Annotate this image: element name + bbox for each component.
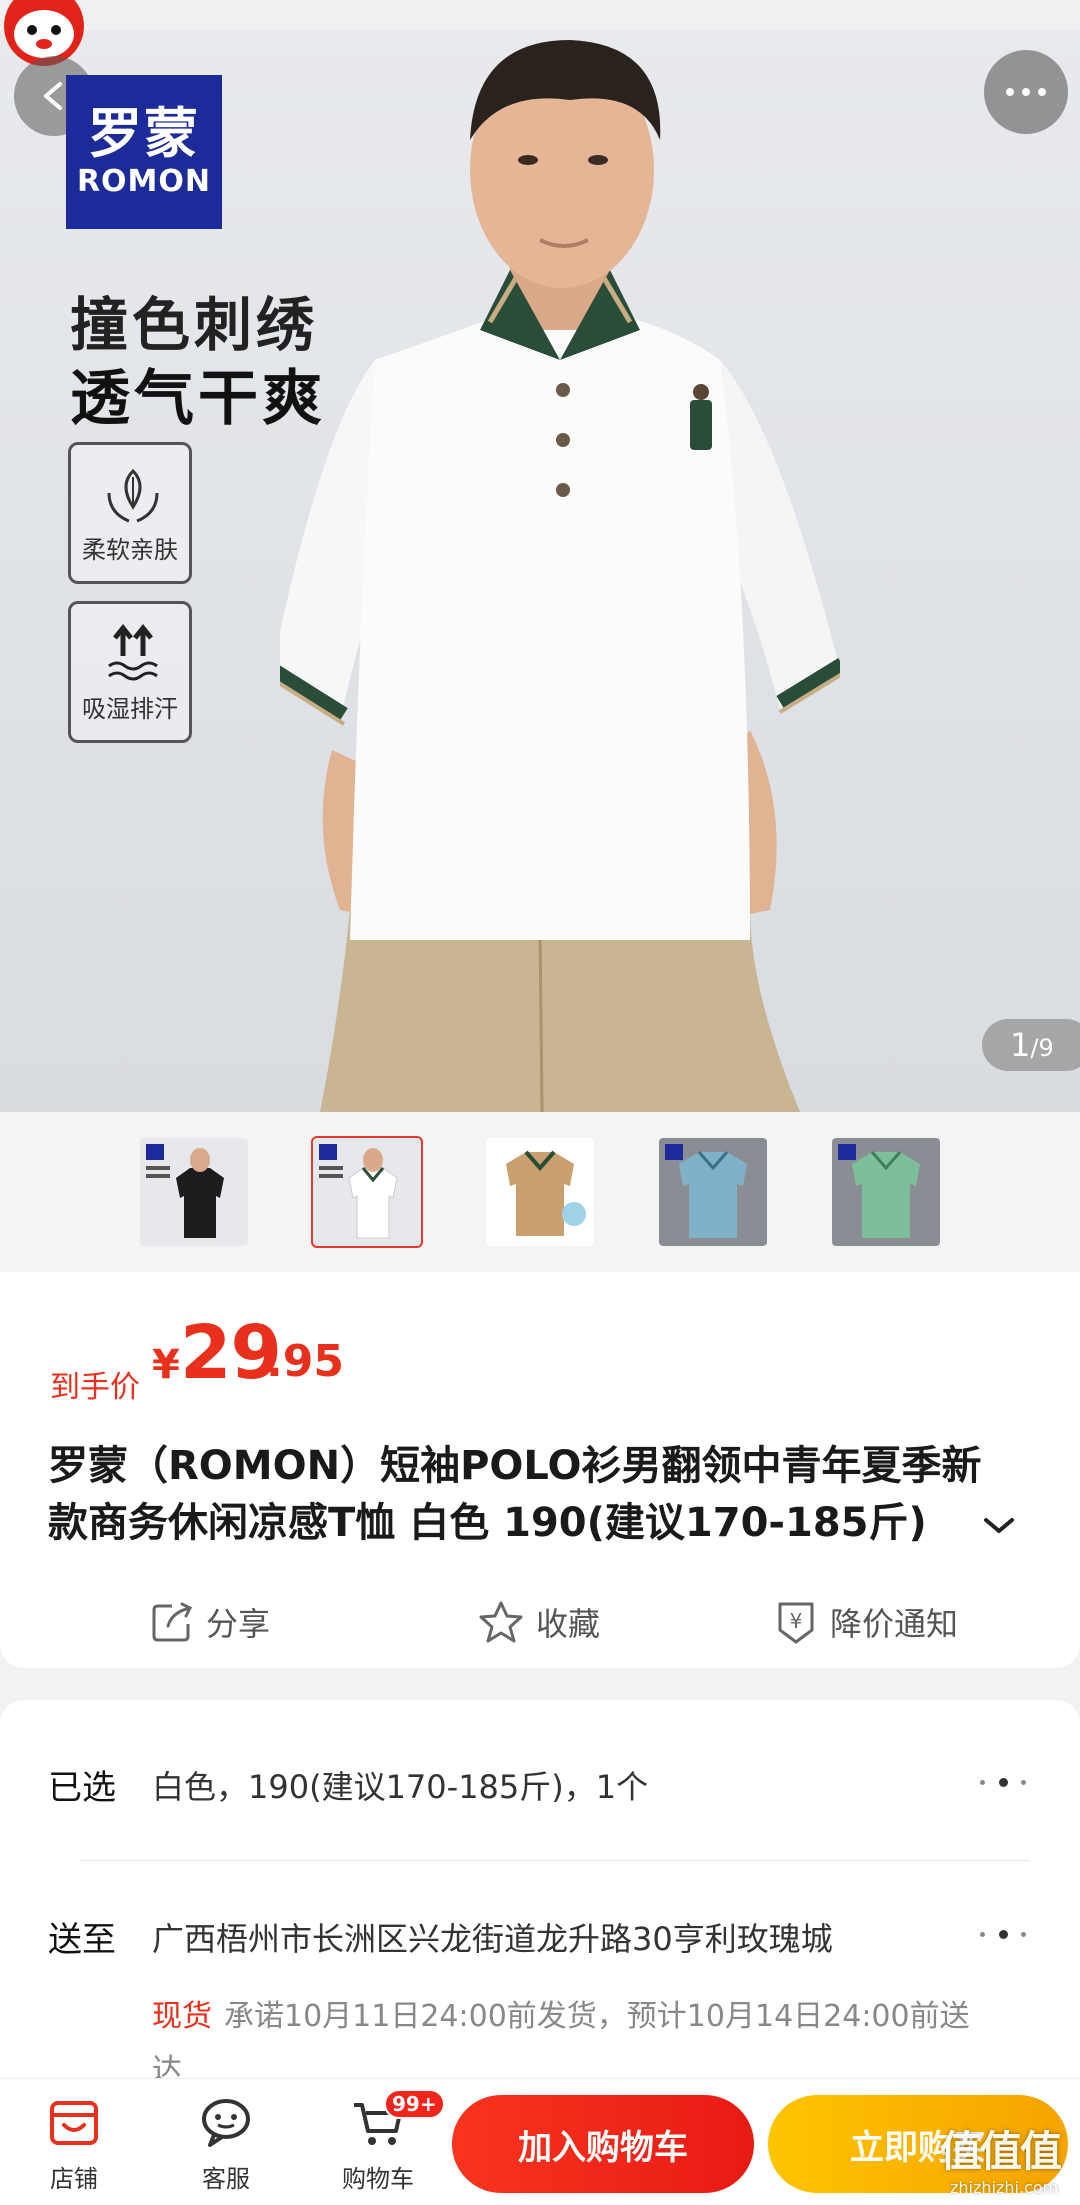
thumbnail-image: [140, 1138, 248, 1246]
address-more-icon[interactable]: [980, 1928, 1026, 1940]
star-icon: [479, 1601, 523, 1643]
selected-more-icon[interactable]: [980, 1776, 1026, 1788]
leaf-hands-icon: [107, 468, 159, 523]
action-row: 分享 收藏 ¥ 降价通知: [0, 1592, 1080, 1652]
price-currency: ¥: [152, 1342, 180, 1388]
promo-headline-2: 透气干爽: [70, 364, 326, 434]
store-label: 店铺: [50, 2165, 98, 2193]
counter-current: 1: [1010, 1026, 1031, 1064]
thumbnail-image: [486, 1138, 594, 1246]
moisture-wicking-icon: [108, 623, 158, 681]
thumbnail-strip: [0, 1112, 1080, 1272]
feature-label: 柔软亲肤: [82, 536, 178, 564]
thumbnail-blue[interactable]: [659, 1138, 767, 1246]
feature-badge-wicking: 吸湿排汗: [68, 601, 192, 743]
product-info-card: 到手价 ¥ 29 .95 罗蒙（ROMON）短袖POLO衫男翻领中青年夏季新款商…: [0, 1272, 1080, 1668]
service-tab[interactable]: 客服: [166, 2089, 286, 2199]
deliver-label: 送至: [48, 1920, 116, 1960]
cart-label: 购物车: [342, 2165, 414, 2193]
counter-total: /9: [1030, 1034, 1054, 1062]
thumbnail-white[interactable]: [311, 1136, 423, 1248]
share-label: 分享: [206, 1605, 271, 1643]
store-icon: [50, 2101, 98, 2145]
watermark-url: zhizhizhi.com: [950, 2178, 1059, 2197]
shipping-note: 承诺10月11日24:00前发货，预计10月14日24:00前送达: [152, 1999, 970, 2088]
brand-name-cn: 罗蒙: [88, 102, 200, 166]
watermark-text: 值值值: [940, 2127, 1062, 2176]
chat-icon: [202, 2099, 250, 2147]
product-title[interactable]: 罗蒙（ROMON）短袖POLO衫男翻领中青年夏季新款商务休闲凉感T恤 白色 19…: [48, 1438, 1008, 1552]
selected-spec-value[interactable]: 白色，190(建议170-185斤)，1个: [152, 1762, 648, 1808]
more-dot-icon: [1022, 88, 1030, 96]
thumbnail-khaki[interactable]: [486, 1138, 594, 1246]
selected-label: 已选: [48, 1768, 116, 1808]
price-decimal: .95: [266, 1336, 344, 1387]
product-image-gallery[interactable]: 罗蒙 ROMON 撞色刺绣 透气干爽 柔软亲肤 吸湿排汗 1 /9: [0, 0, 1080, 1112]
thumbnail-image: [832, 1138, 940, 1246]
thumbnail-green[interactable]: [832, 1138, 940, 1246]
thumbnail-image: [659, 1138, 767, 1246]
favorite-label: 收藏: [536, 1605, 601, 1643]
brand-name-en: ROMON: [76, 163, 212, 199]
bottom-action-bar: 店铺 客服 99+ 购物车 加入购物车 立即购买: [0, 2078, 1080, 2205]
image-counter: 1 /9: [982, 1019, 1080, 1071]
selection-card: 已选 白色，190(建议170-185斤)，1个 送至 广西梧州市长洲区兴龙街道…: [0, 1700, 1080, 2120]
chevron-down-icon[interactable]: [982, 1512, 1016, 1538]
brand-logo: 罗蒙 ROMON: [66, 75, 222, 229]
price-label: 到手价: [50, 1370, 140, 1405]
price-tag-icon: ¥: [778, 1602, 814, 1644]
feature-badge-soft: 柔软亲肤: [68, 442, 192, 584]
cart-count-badge: 99+: [384, 2089, 445, 2119]
delivery-address[interactable]: 广西梧州市长洲区兴龙街道龙升路30亨利玫瑰城: [152, 1914, 833, 1960]
stock-status: 现货: [152, 1999, 212, 2034]
cart-icon-wrap: 99+: [350, 2089, 445, 2151]
share-icon: [152, 1602, 193, 1642]
more-options-button[interactable]: [984, 50, 1068, 134]
more-dot-icon: [1006, 88, 1014, 96]
store-tab[interactable]: 店铺: [14, 2089, 134, 2199]
favorite-button[interactable]: 收藏: [478, 1592, 600, 1652]
service-label: 客服: [202, 2165, 250, 2193]
svg-text:¥: ¥: [790, 1609, 803, 1633]
feature-label: 吸湿排汗: [82, 695, 178, 723]
thumbnail-black[interactable]: [140, 1138, 248, 1246]
more-dot-icon: [1038, 88, 1046, 96]
thumbnail-image: [313, 1138, 421, 1246]
divider: [80, 1860, 1030, 1861]
status-strip: [0, 0, 1080, 30]
cart-tab[interactable]: 99+ 购物车: [318, 2089, 445, 2199]
add-to-cart-button[interactable]: 加入购物车: [452, 2095, 754, 2193]
share-button[interactable]: 分享: [150, 1592, 270, 1652]
price-alert-button[interactable]: ¥ 降价通知: [774, 1592, 958, 1652]
product-photo-model: [280, 40, 840, 1112]
price-alert-label: 降价通知: [830, 1605, 959, 1643]
